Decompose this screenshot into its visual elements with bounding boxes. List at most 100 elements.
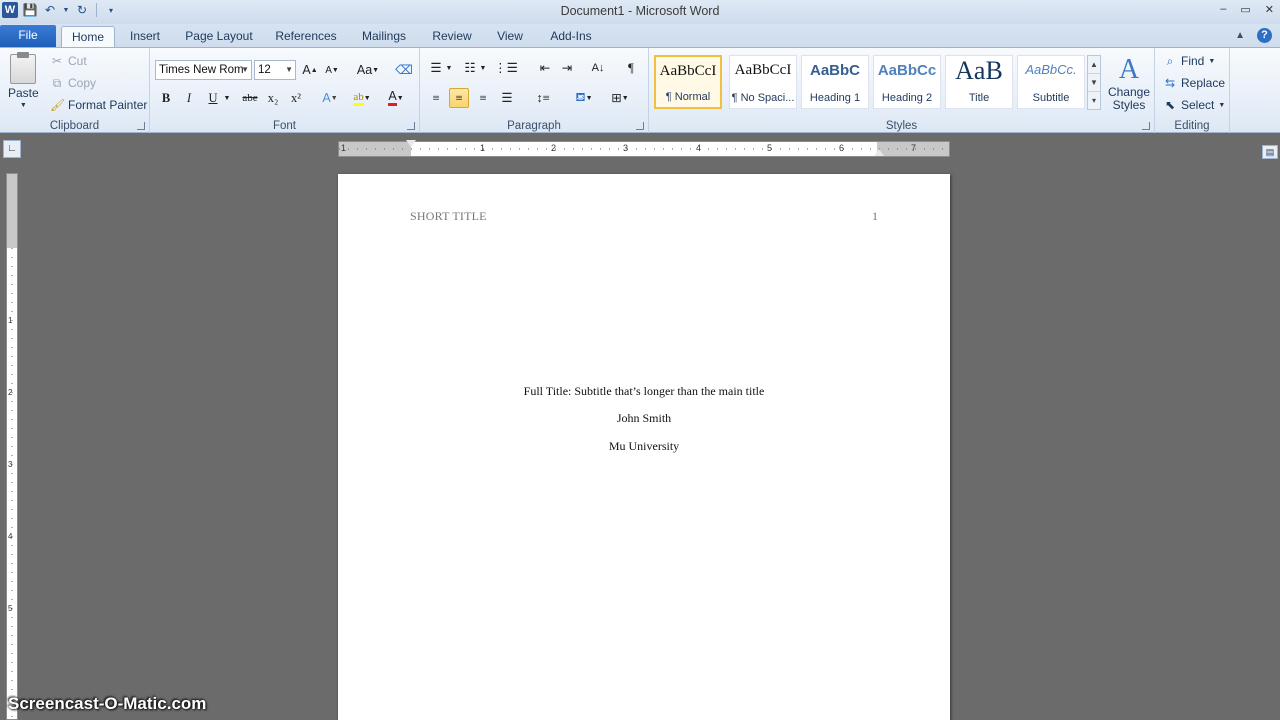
tab-page-layout[interactable]: Page Layout [180, 26, 258, 48]
sort-button[interactable]: A↓ [588, 58, 608, 78]
font-launcher-icon[interactable] [407, 122, 415, 130]
ruler-number: 3 [623, 143, 629, 153]
tab-insert[interactable]: Insert [122, 26, 168, 48]
ruler-number: 5 [767, 143, 773, 153]
document-author-line[interactable]: John Smith [338, 411, 950, 426]
minimize-ribbon-icon[interactable]: ▲ [1235, 30, 1245, 41]
document-title-line[interactable]: Full Title: Subtitle that’s longer than … [338, 384, 950, 399]
align-center-icon: ≡ [455, 90, 463, 105]
multilevel-list-button[interactable]: ⋮☰ [494, 58, 518, 78]
ruler-number: 6 [839, 143, 845, 153]
right-indent-marker[interactable] [874, 149, 884, 156]
document-institution-line[interactable]: Mu University [338, 439, 950, 454]
text-effects-button[interactable]: A ▼ [320, 88, 340, 108]
font-group-label: Font [272, 120, 296, 132]
copy-button[interactable]: ⧉ Copy [50, 76, 96, 90]
underline-button[interactable]: U [203, 88, 223, 108]
increase-indent-button[interactable]: ⇥ [557, 58, 577, 78]
window-controls: – ▭ ✕ [1220, 3, 1274, 16]
align-left-button[interactable]: ≡ [426, 88, 446, 108]
first-line-indent-marker[interactable] [406, 140, 416, 147]
styles-launcher-icon[interactable] [1142, 122, 1150, 130]
tab-file[interactable]: File [0, 25, 56, 47]
paintbrush-icon: 🖌 [50, 98, 66, 112]
style-normal[interactable]: AaBbCcI ¶ Normal [654, 55, 722, 109]
shrink-font-button[interactable]: A ▼ [322, 60, 342, 80]
change-styles-button[interactable]: A Change Styles [1106, 54, 1152, 112]
select-button[interactable]: ⬉ Select ▼ [1163, 98, 1225, 112]
style-heading-2[interactable]: AaBbCc Heading 2 [873, 55, 941, 109]
ruler-number: 1 [341, 143, 347, 153]
justify-button[interactable]: ☰ [497, 88, 517, 108]
gallery-down-icon[interactable]: ▼ [1088, 74, 1100, 92]
paragraph-launcher-icon[interactable] [636, 122, 644, 130]
paste-button[interactable]: Paste ▼ [8, 52, 39, 109]
tab-home[interactable]: Home [61, 26, 115, 49]
style-no-spacing[interactable]: AaBbCcI ¶ No Spaci... [729, 55, 797, 109]
gallery-up-icon[interactable]: ▲ [1088, 56, 1100, 74]
numbering-button[interactable]: ☷ [460, 58, 480, 78]
change-styles-label: Change Styles [1107, 85, 1151, 112]
style-heading-1[interactable]: AaBbC Heading 1 [801, 55, 869, 109]
replace-icon: ⇆ [1164, 76, 1176, 90]
numbering-dropdown-icon[interactable]: ▼ [478, 58, 488, 78]
eraser-icon: ⌫ [395, 63, 413, 77]
font-size-combo[interactable]: 12 ▼ [254, 60, 296, 80]
font-size-dropdown-icon[interactable]: ▼ [285, 61, 293, 79]
shading-button[interactable]: ⛾ ▼ [570, 88, 598, 108]
paste-icon [10, 52, 37, 84]
justify-icon: ☰ [501, 91, 513, 105]
align-right-button[interactable]: ≡ [473, 88, 493, 108]
tab-view[interactable]: View [490, 26, 530, 48]
document-page[interactable]: SHORT TITLE 1 Full Title: Subtitle that’… [338, 174, 950, 720]
find-button[interactable]: ⌕ Find ▼ [1163, 54, 1216, 68]
style-sample: AaBbC [809, 62, 860, 79]
maximize-button[interactable]: ▭ [1240, 3, 1250, 16]
style-subtitle[interactable]: AaBbCc. Subtitle [1017, 55, 1085, 109]
font-name-dropdown-icon[interactable]: ▼ [241, 61, 249, 79]
format-painter-button[interactable]: 🖌 Format Painter [50, 98, 147, 112]
tab-references[interactable]: References [270, 26, 342, 48]
align-center-button[interactable]: ≡ [449, 88, 469, 108]
vertical-ruler[interactable]: 1 2 3 4 5 [6, 173, 18, 720]
change-styles-icon: A [1118, 54, 1140, 85]
gallery-more-icon[interactable]: ▾ [1088, 92, 1100, 110]
font-name-combo[interactable]: Times New Rom ▼ [155, 60, 252, 80]
tab-review[interactable]: Review [426, 26, 478, 48]
minimize-button[interactable]: – [1220, 3, 1226, 16]
decrease-indent-button[interactable]: ⇤ [535, 58, 555, 78]
running-head: SHORT TITLE [410, 209, 487, 223]
view-ruler-icon[interactable]: ▤ [1262, 145, 1278, 159]
tab-mailings[interactable]: Mailings [354, 26, 414, 48]
close-button[interactable]: ✕ [1265, 3, 1274, 16]
vertical-scrollbar[interactable] [1262, 163, 1280, 720]
borders-button[interactable]: ⊞ ▼ [606, 88, 634, 108]
grow-font-button[interactable]: A ▲ [300, 60, 320, 80]
superscript-button[interactable]: x² [286, 88, 306, 108]
clear-formatting-button[interactable]: ⌫ [394, 60, 414, 80]
bullets-dropdown-icon[interactable]: ▼ [444, 58, 454, 78]
horizontal-ruler[interactable]: 1 1 2 3 4 5 6 7 [338, 140, 950, 157]
italic-button[interactable]: I [179, 88, 199, 108]
show-marks-button[interactable]: ¶ [621, 58, 641, 78]
cut-button[interactable]: ✂ Cut [50, 54, 87, 68]
subscript-button[interactable]: x₂ [263, 88, 283, 108]
tab-add-ins[interactable]: Add-Ins [542, 26, 600, 48]
highlight-button[interactable]: ab ▼ [352, 88, 372, 108]
bullets-button[interactable]: ☰ [426, 58, 446, 78]
tab-stop-selector[interactable]: ∟ [3, 140, 21, 158]
style-title[interactable]: AaB Title [945, 55, 1013, 109]
strikethrough-button[interactable]: abe [238, 88, 262, 108]
line-spacing-button[interactable]: ↕≡ [530, 88, 556, 108]
shrink-font-icon: A [325, 64, 332, 76]
multilevel-list-icon: ⋮☰ [494, 61, 518, 75]
bold-button[interactable]: B [156, 88, 176, 108]
change-case-button[interactable]: Aa ▼ [354, 60, 382, 80]
borders-icon: ⊞ [611, 91, 622, 105]
font-color-button[interactable]: A ▼ [386, 88, 406, 108]
help-icon[interactable]: ? [1257, 28, 1272, 43]
underline-dropdown-icon[interactable]: ▼ [222, 88, 232, 108]
clipboard-launcher-icon[interactable] [137, 122, 145, 130]
replace-button[interactable]: ⇆ Replace [1163, 76, 1225, 90]
paint-bucket-icon: ⛾ [575, 90, 586, 104]
